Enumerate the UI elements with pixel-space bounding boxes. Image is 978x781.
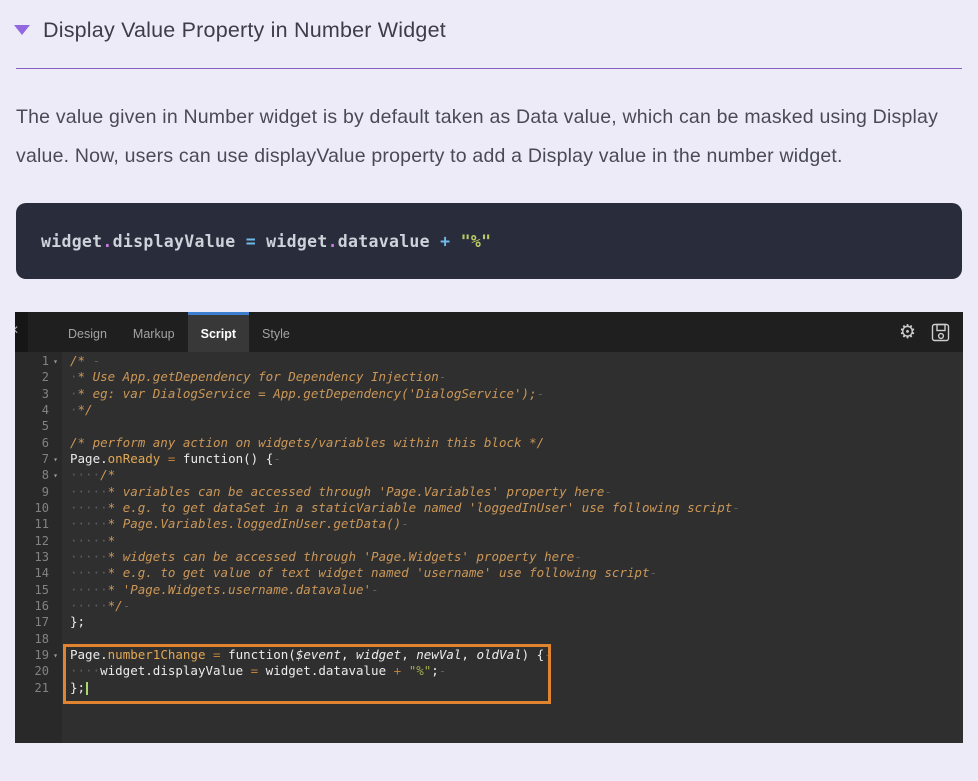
line-number: 9 [42,485,49,499]
toolbar-actions: ⚙ [899,312,963,352]
line-number: 5 [42,419,49,433]
fold-toggle-icon[interactable]: ▾ [49,357,62,366]
editor-gutter: 1▾234567▾8▾910111213141516171819▾2021 [15,352,62,743]
line-number: 4 [42,403,49,417]
gutter-row: 20 [15,663,62,679]
gutter-row: 11 [15,516,62,532]
code-area[interactable]: /* -·* Use App.getDependency for Depende… [62,352,963,743]
line-number: 13 [35,550,49,564]
code-line[interactable]: }; [62,680,963,696]
gutter-row: 10 [15,500,62,516]
collapse-triangle-icon[interactable] [14,25,30,35]
line-number: 11 [35,517,49,531]
line-number: 10 [35,501,49,515]
code-line[interactable]: ·····*/- [62,598,963,614]
code-line[interactable]: }; [62,614,963,630]
code-line[interactable]: Page.onReady = function() {- [62,451,963,467]
code-line[interactable]: ·····* [62,533,963,549]
gutter-row: 18 [15,631,62,647]
gutter-row: 4 [15,402,62,418]
code-line[interactable]: ·*/ [62,402,963,418]
line-number: 12 [35,534,49,548]
code-line[interactable]: ····/* [62,467,963,483]
text-cursor [86,682,88,695]
code-line[interactable]: ·····* 'Page.Widgets.username.datavalue'… [62,582,963,598]
line-number: 19 [35,648,49,662]
line-number: 2 [42,370,49,384]
gutter-row: 3 [15,386,62,402]
code-line[interactable]: Page.number1Change = function($event, wi… [62,647,963,663]
code-line[interactable]: ·····* Page.Variables.loggedInUser.getDa… [62,516,963,532]
line-number: 15 [35,583,49,597]
script-editor: ✕ DesignMarkupScriptStyle ⚙ 1▾234567▾8▾9… [15,312,963,743]
line-number: 7 [42,452,49,466]
fold-toggle-icon[interactable]: ▾ [49,455,62,464]
gutter-row: 21 [15,680,62,696]
tab-design[interactable]: Design [55,312,120,352]
editor-toolbar: ✕ DesignMarkupScriptStyle ⚙ [15,312,963,352]
gutter-row: 15 [15,582,62,598]
line-number: 20 [35,664,49,678]
section-header[interactable]: Display Value Property in Number Widget [0,0,978,45]
gutter-row: 2 [15,369,62,385]
gutter-row: 16 [15,598,62,614]
fold-toggle-icon[interactable]: ▾ [49,651,62,660]
settings-gear-icon[interactable]: ⚙ [899,321,916,343]
tab-markup[interactable]: Markup [120,312,188,352]
gutter-row: 19▾ [15,647,62,663]
gutter-row: 14 [15,565,62,581]
gutter-row: 6 [15,435,62,451]
code-line[interactable]: /* - [62,353,963,369]
line-number: 17 [35,615,49,629]
line-number: 8 [42,468,49,482]
tab-script[interactable]: Script [188,312,249,352]
code-line[interactable] [62,418,963,434]
code-line[interactable]: ·····* variables can be accessed through… [62,484,963,500]
gutter-row: 5 [15,418,62,434]
editor-tabs: DesignMarkupScriptStyle [55,312,303,352]
line-number: 3 [42,387,49,401]
line-number: 18 [35,632,49,646]
fold-toggle-icon[interactable]: ▾ [49,471,62,480]
gutter-row: 12 [15,533,62,549]
gutter-row: 8▾ [15,467,62,483]
code-line[interactable]: ·····* widgets can be accessed through '… [62,549,963,565]
gutter-row: 17 [15,614,62,630]
code-line[interactable] [62,631,963,647]
gutter-row: 1▾ [15,353,62,369]
editor-body: 1▾234567▾8▾910111213141516171819▾2021 /*… [15,352,963,743]
code-line[interactable]: ·····* e.g. to get dataSet in a staticVa… [62,500,963,516]
code-snippet-block: widget.displayValue = widget.datavalue +… [16,203,962,279]
gutter-row: 7▾ [15,451,62,467]
code-lines: /* -·* Use App.getDependency for Depende… [62,353,963,696]
section-divider [16,68,962,69]
line-number: 16 [35,599,49,613]
line-number: 6 [42,436,49,450]
tab-style[interactable]: Style [249,312,303,352]
clipped-close-icon: ✕ [15,312,28,352]
snippet-code: widget.displayValue = widget.datavalue +… [41,232,491,251]
code-line[interactable]: /* perform any action on widgets/variabl… [62,435,963,451]
section-title: Display Value Property in Number Widget [43,18,446,43]
line-number: 1 [42,354,49,368]
code-line[interactable]: ·* Use App.getDependency for Dependency … [62,369,963,385]
line-number: 21 [35,681,49,695]
description-paragraph: The value given in Number widget is by d… [16,98,962,176]
gutter-row: 13 [15,549,62,565]
code-line[interactable]: ····widget.displayValue = widget.dataval… [62,663,963,679]
save-floppy-icon[interactable] [931,323,950,342]
line-number: 14 [35,566,49,580]
gutter-row: 9 [15,484,62,500]
code-line[interactable]: ·····* e.g. to get value of text widget … [62,565,963,581]
code-line[interactable]: ·* eg: var DialogService = App.getDepend… [62,386,963,402]
